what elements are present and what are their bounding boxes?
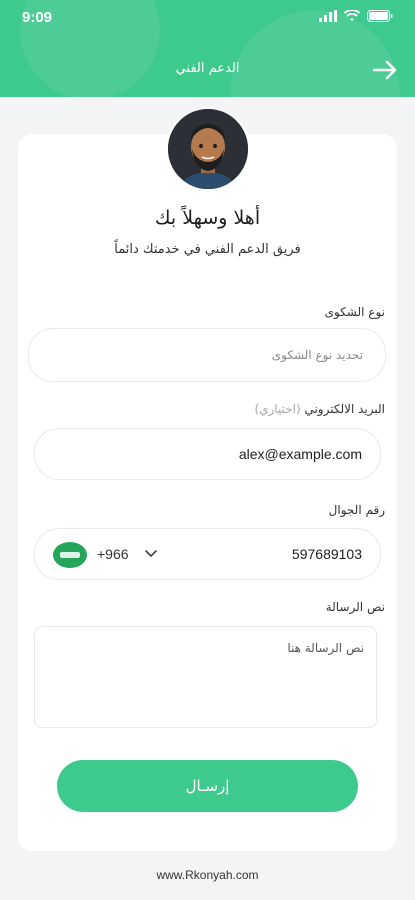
message-label: نص الرسالة <box>325 600 385 614</box>
saudi-flag-icon <box>53 542 87 568</box>
app-header: 9:09 الدعم الفني <box>0 0 415 97</box>
status-time: 9:09 <box>22 9 53 26</box>
complaint-type-select[interactable]: تحديد نوع الشكوى <box>28 328 386 382</box>
avatar <box>166 107 250 191</box>
chevron-down-icon[interactable] <box>145 550 157 558</box>
email-label: البريد الالكتروني (اختياري) <box>254 402 385 416</box>
phone-value: 597689103 <box>291 546 362 562</box>
phone-label: رقم الجوال <box>328 503 385 517</box>
footer-website-link[interactable]: www.Rkonyah.com <box>0 868 415 882</box>
email-field[interactable]: alex@example.com <box>34 428 381 480</box>
welcome-title: أهلا وسهلاً بك <box>154 207 261 229</box>
battery-icon <box>367 10 393 22</box>
complaint-type-placeholder: تحديد نوع الشكوى <box>271 348 363 362</box>
support-agent-avatar <box>168 109 248 189</box>
message-placeholder: نص الرسالة هنا <box>287 641 364 655</box>
back-button[interactable] <box>371 58 399 82</box>
email-optional-text: (اختياري) <box>254 402 301 416</box>
complaint-type-label: نوع الشكوى <box>324 305 385 319</box>
phone-field[interactable]: +966 597689103 <box>34 528 381 580</box>
arrow-right-icon <box>372 60 397 80</box>
status-icons <box>319 10 393 22</box>
wifi-icon <box>344 10 360 21</box>
status-bar: 9:09 <box>0 0 415 36</box>
submit-button[interactable]: إرسـال <box>57 760 358 812</box>
email-label-text: البريد الالكتروني <box>304 402 385 416</box>
email-value: alex@example.com <box>238 446 362 462</box>
message-textarea[interactable]: نص الرسالة هنا <box>34 626 377 728</box>
page-title: الدعم الفني <box>175 61 240 76</box>
welcome-subtitle: فريق الدعم الفني في خدمتك دائماً <box>114 242 301 257</box>
country-code-selector[interactable]: +966 <box>97 546 129 562</box>
signal-icon <box>319 10 337 22</box>
